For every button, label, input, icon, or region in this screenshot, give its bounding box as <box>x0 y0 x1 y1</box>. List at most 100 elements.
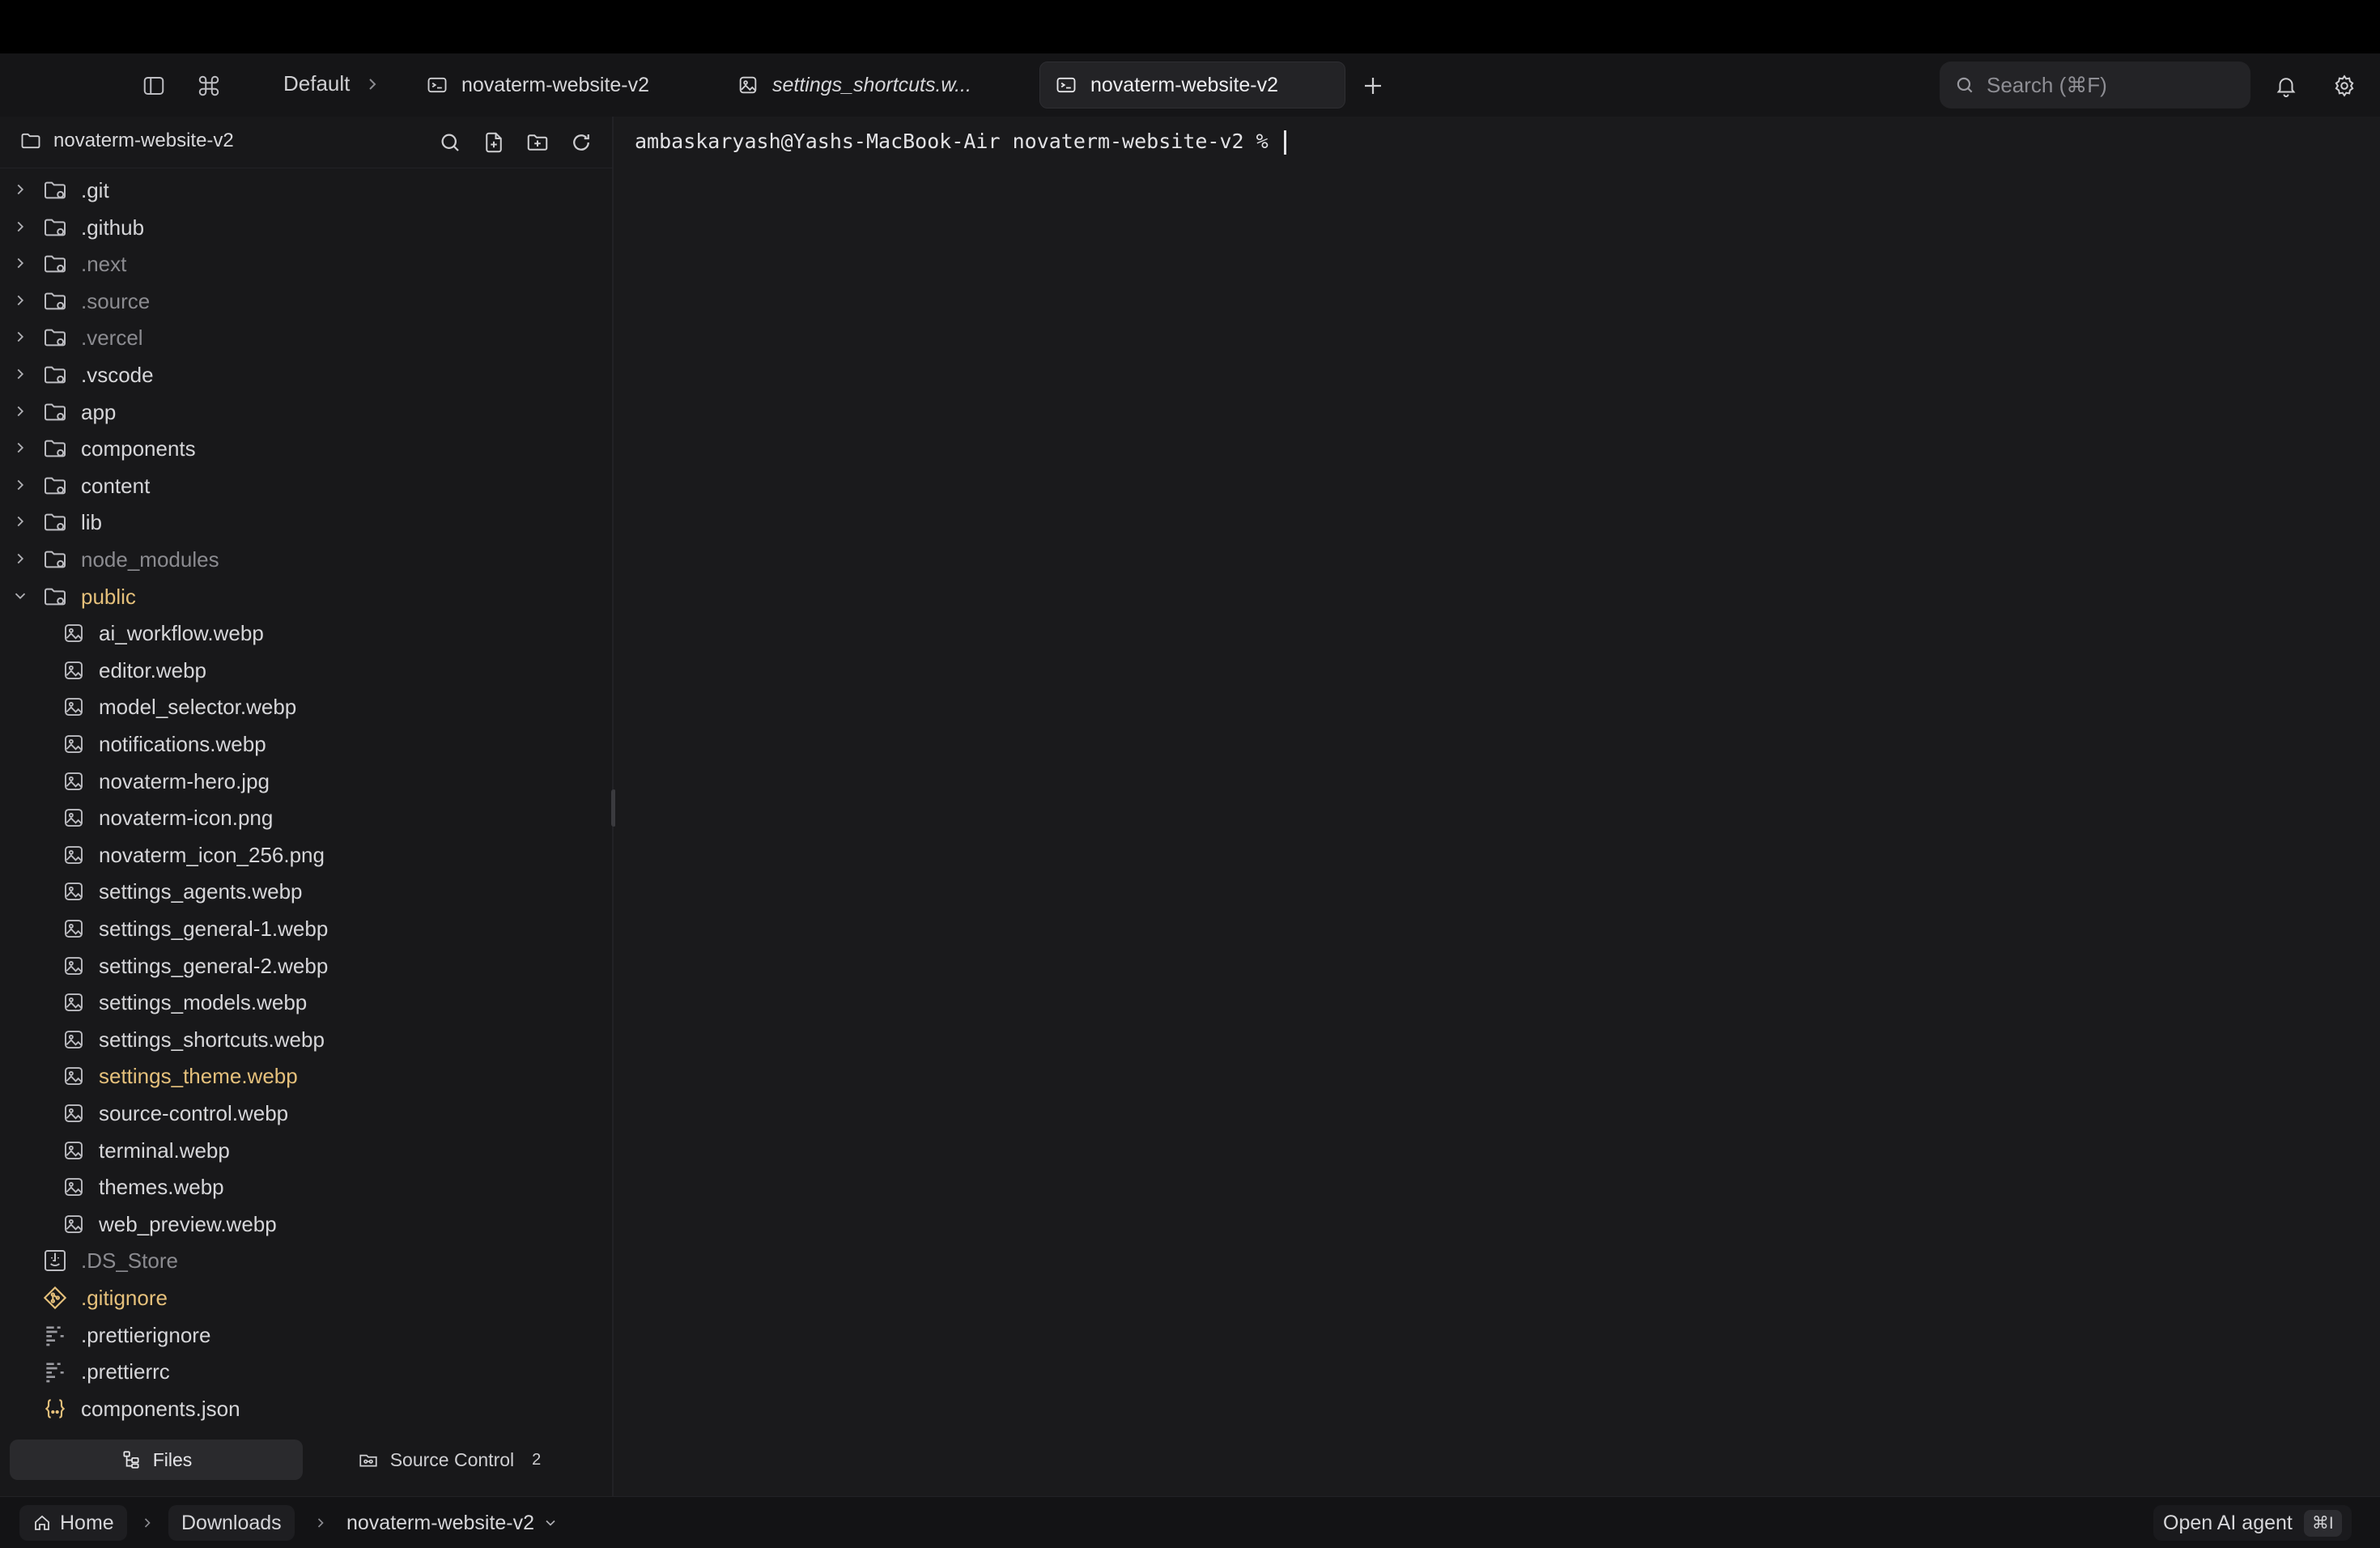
folder-item[interactable]: .git <box>0 172 612 209</box>
file-item[interactable]: editor.webp <box>0 652 612 689</box>
project-title: novaterm-website-v2 <box>53 130 234 151</box>
folder-item[interactable]: .next <box>0 245 612 283</box>
notifications-button[interactable] <box>2268 68 2304 104</box>
item-label: settings_agents.webp <box>99 879 303 904</box>
file-item[interactable]: novaterm_icon_256.png <box>0 836 612 874</box>
files-tab-label: Files <box>152 1448 193 1470</box>
file-item[interactable]: web_preview.webp <box>0 1206 612 1243</box>
prettier-icon <box>46 1363 64 1383</box>
files-tree-icon <box>123 1451 139 1469</box>
project-root[interactable]: novaterm-website-v2 <box>19 130 234 152</box>
chevron-right-icon <box>317 1518 324 1528</box>
files-tab[interactable]: Files <box>10 1440 303 1480</box>
item-label: terminal.webp <box>99 1138 230 1163</box>
file-item[interactable]: .prettierrc <box>0 1353 612 1390</box>
search-files-button[interactable] <box>436 128 465 157</box>
image-file-icon <box>65 993 83 1012</box>
image-file-icon <box>65 772 83 790</box>
file-item[interactable]: notifications.webp <box>0 725 612 763</box>
file-item[interactable]: settings_general-1.webp <box>0 910 612 947</box>
terminal-pane[interactable]: ambaskaryash@Yashs-MacBook-Air novaterm-… <box>615 117 2380 1496</box>
folder-item[interactable]: .vscode <box>0 356 612 393</box>
search-input[interactable] <box>1987 72 2229 98</box>
folder-icon <box>45 477 66 495</box>
chevron-right-icon <box>17 184 24 195</box>
chevron-right-icon <box>17 553 24 564</box>
image-file-icon <box>65 624 83 643</box>
item-label: node_modules <box>81 547 219 572</box>
folder-item[interactable]: .vercel <box>0 319 612 356</box>
folder-icon <box>45 440 66 457</box>
terminal-prompt-line: ambaskaryash@Yashs-MacBook-Air novaterm-… <box>635 130 1286 155</box>
new-folder-button[interactable] <box>523 128 552 157</box>
status-bar: Home Downloads novaterm-website-v2 Open … <box>0 1496 2380 1548</box>
search-box[interactable] <box>1940 62 2250 108</box>
tab-image-preview[interactable]: settings_shortcuts.w... <box>722 62 986 108</box>
tab-bar: Default novaterm-website-v2 settings_sho… <box>0 53 2380 117</box>
image-file-icon <box>65 1214 83 1233</box>
file-item[interactable]: settings_general-2.webp <box>0 947 612 985</box>
source-control-tab[interactable]: Source Control 2 <box>340 1440 559 1480</box>
folder-item[interactable]: public <box>0 578 612 615</box>
item-label: settings_general-1.webp <box>99 916 329 941</box>
search-icon <box>441 134 459 151</box>
item-label: themes.webp <box>99 1175 224 1200</box>
breadcrumb-home[interactable]: Home <box>19 1505 127 1541</box>
new-file-icon <box>486 132 502 153</box>
folder-item[interactable]: lib <box>0 504 612 541</box>
new-file-button[interactable] <box>479 128 508 157</box>
file-item[interactable]: terminal.webp <box>0 1132 612 1169</box>
chevron-right-icon <box>144 1518 151 1528</box>
file-item[interactable]: components.json <box>0 1390 612 1427</box>
terminal-prompt: ambaskaryash@Yashs-MacBook-Air novaterm-… <box>635 130 1281 153</box>
image-file-icon <box>65 1178 83 1197</box>
folder-item[interactable]: node_modules <box>0 541 612 578</box>
item-label: .DS_Store <box>81 1248 178 1274</box>
file-item[interactable]: settings_shortcuts.webp <box>0 1021 612 1058</box>
folder-item[interactable]: components <box>0 430 612 467</box>
folder-item[interactable]: .source <box>0 283 612 320</box>
file-item[interactable]: .DS_Store <box>0 1242 612 1279</box>
item-label: novaterm-icon.png <box>99 806 274 831</box>
open-ai-agent-button[interactable]: Open AI agent ⌘I <box>2153 1505 2352 1541</box>
changes-count-badge: 2 <box>532 1450 542 1469</box>
new-tab-button[interactable] <box>1357 70 1389 102</box>
chevron-right-icon <box>17 221 24 232</box>
image-file-icon <box>739 76 757 94</box>
file-item[interactable]: novaterm-icon.png <box>0 799 612 836</box>
refresh-button[interactable] <box>567 128 596 157</box>
breadcrumb-project[interactable]: novaterm-website-v2 <box>334 1505 572 1541</box>
folder-item[interactable]: app <box>0 393 612 431</box>
toggle-sidebar-button[interactable] <box>136 68 172 104</box>
tab-label: novaterm-website-v2 <box>1090 73 1279 96</box>
image-file-icon <box>65 809 83 827</box>
tab-terminal-active[interactable]: novaterm-website-v2 <box>1039 62 1345 108</box>
tab-label: settings_shortcuts.w... <box>772 73 971 96</box>
folder-icon <box>45 330 66 347</box>
item-label: settings_shortcuts.webp <box>99 1027 325 1052</box>
explorer-header: novaterm-website-v2 <box>0 117 614 168</box>
tab-terminal-1[interactable]: novaterm-website-v2 <box>411 62 664 108</box>
file-item[interactable]: source-control.webp <box>0 1095 612 1132</box>
file-item[interactable]: .gitignore <box>0 1279 612 1316</box>
terminal-icon <box>1056 77 1076 93</box>
file-item[interactable]: themes.webp <box>0 1168 612 1206</box>
folder-item[interactable]: .github <box>0 209 612 246</box>
file-item[interactable]: settings_agents.webp <box>0 873 612 910</box>
item-label: .next <box>81 252 127 277</box>
file-item[interactable]: ai_workflow.webp <box>0 615 612 652</box>
item-label: .prettierignore <box>81 1322 211 1347</box>
file-item[interactable]: settings_models.webp <box>0 984 612 1021</box>
settings-button[interactable] <box>2327 68 2362 104</box>
item-label: .gitignore <box>81 1286 168 1310</box>
command-palette-button[interactable] <box>191 68 227 104</box>
folder-item[interactable]: content <box>0 467 612 504</box>
item-label: settings_theme.webp <box>99 1064 298 1089</box>
breadcrumb-downloads[interactable]: Downloads <box>168 1505 295 1541</box>
file-item[interactable]: novaterm-hero.jpg <box>0 763 612 800</box>
item-label: content <box>81 473 151 498</box>
file-item[interactable]: model_selector.webp <box>0 688 612 725</box>
workspace-selector[interactable]: Default <box>283 71 350 96</box>
file-item[interactable]: settings_theme.webp <box>0 1057 612 1095</box>
file-item[interactable]: .prettierignore <box>0 1316 612 1354</box>
